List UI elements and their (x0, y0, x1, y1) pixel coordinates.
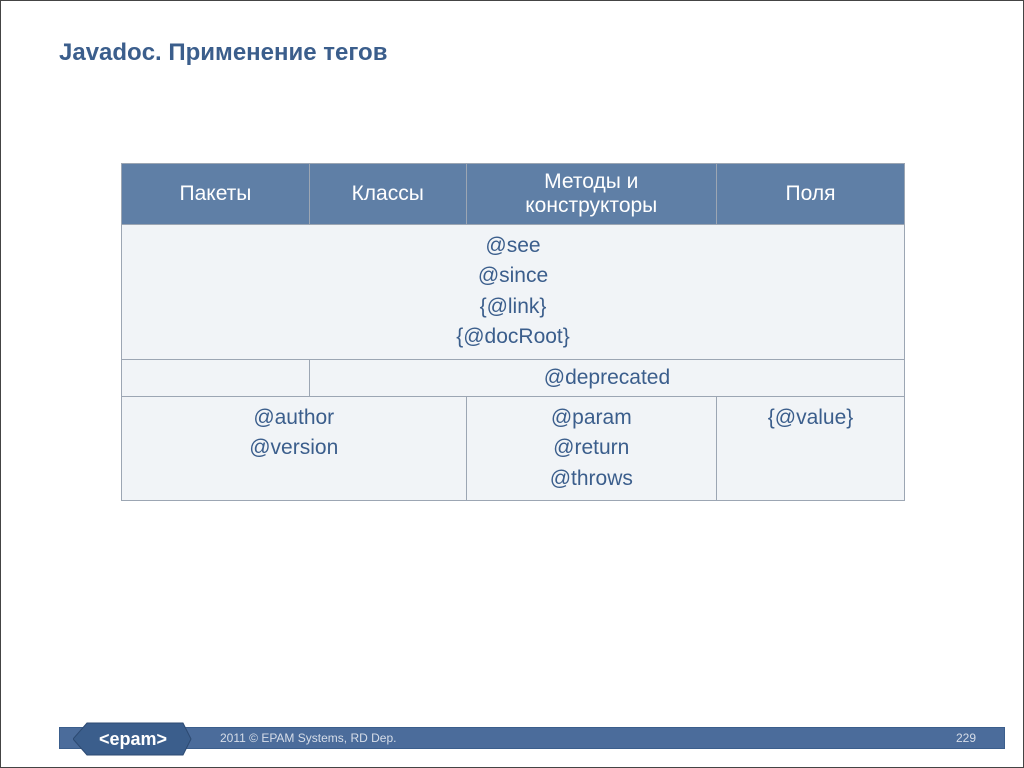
epam-logo-text: <epam> (99, 729, 167, 749)
col-header-methods: Методы и конструкторы (466, 164, 717, 225)
col-header-classes: Классы (309, 164, 466, 225)
slide: Javadoc. Применение тегов Пакеты Классы … (0, 0, 1024, 768)
cell-pkg-cls: @author @version (122, 396, 467, 500)
tag-author: @author (132, 403, 456, 433)
footer-page-number: 229 (956, 731, 976, 745)
tag-value: {@value} (727, 403, 894, 433)
footer-copyright: 2011 © EPAM Systems, RD Dep. (220, 731, 396, 745)
epam-logo: <epam> (73, 721, 193, 757)
epam-logo-icon: <epam> (73, 721, 193, 757)
col-header-fields: Поля (717, 164, 905, 225)
slide-title: Javadoc. Применение тегов (59, 39, 387, 67)
cell-methods: @param @return @throws (466, 396, 717, 500)
row-deprecated: @deprecated (122, 359, 905, 396)
tag-link: {@link} (132, 292, 894, 322)
tag-version: @version (132, 433, 456, 463)
cell-common-all: @see @since {@link} {@docRoot} (122, 225, 905, 360)
cell-fields: {@value} (717, 396, 905, 500)
javadoc-table: Пакеты Классы Методы и конструкторы Поля… (121, 163, 905, 501)
row-bottom: @author @version @param @return @throws … (122, 396, 905, 500)
tag-since: @since (132, 261, 894, 291)
row-common-all: @see @since {@link} {@docRoot} (122, 225, 905, 360)
javadoc-table-wrap: Пакеты Классы Методы и конструкторы Поля… (121, 163, 905, 501)
tag-throws: @throws (477, 464, 707, 494)
cell-deprecated-rest: @deprecated (309, 359, 904, 396)
tag-return: @return (477, 433, 707, 463)
tag-see: @see (132, 231, 894, 261)
tag-docroot: {@docRoot} (132, 322, 894, 352)
footer-bar: 2011 © EPAM Systems, RD Dep. 229 (59, 727, 1005, 749)
footer: 2011 © EPAM Systems, RD Dep. 229 <epam> (1, 729, 1023, 767)
table-header-row: Пакеты Классы Методы и конструкторы Поля (122, 164, 905, 225)
tag-param: @param (477, 403, 707, 433)
cell-deprecated-packages (122, 359, 310, 396)
col-header-packages: Пакеты (122, 164, 310, 225)
